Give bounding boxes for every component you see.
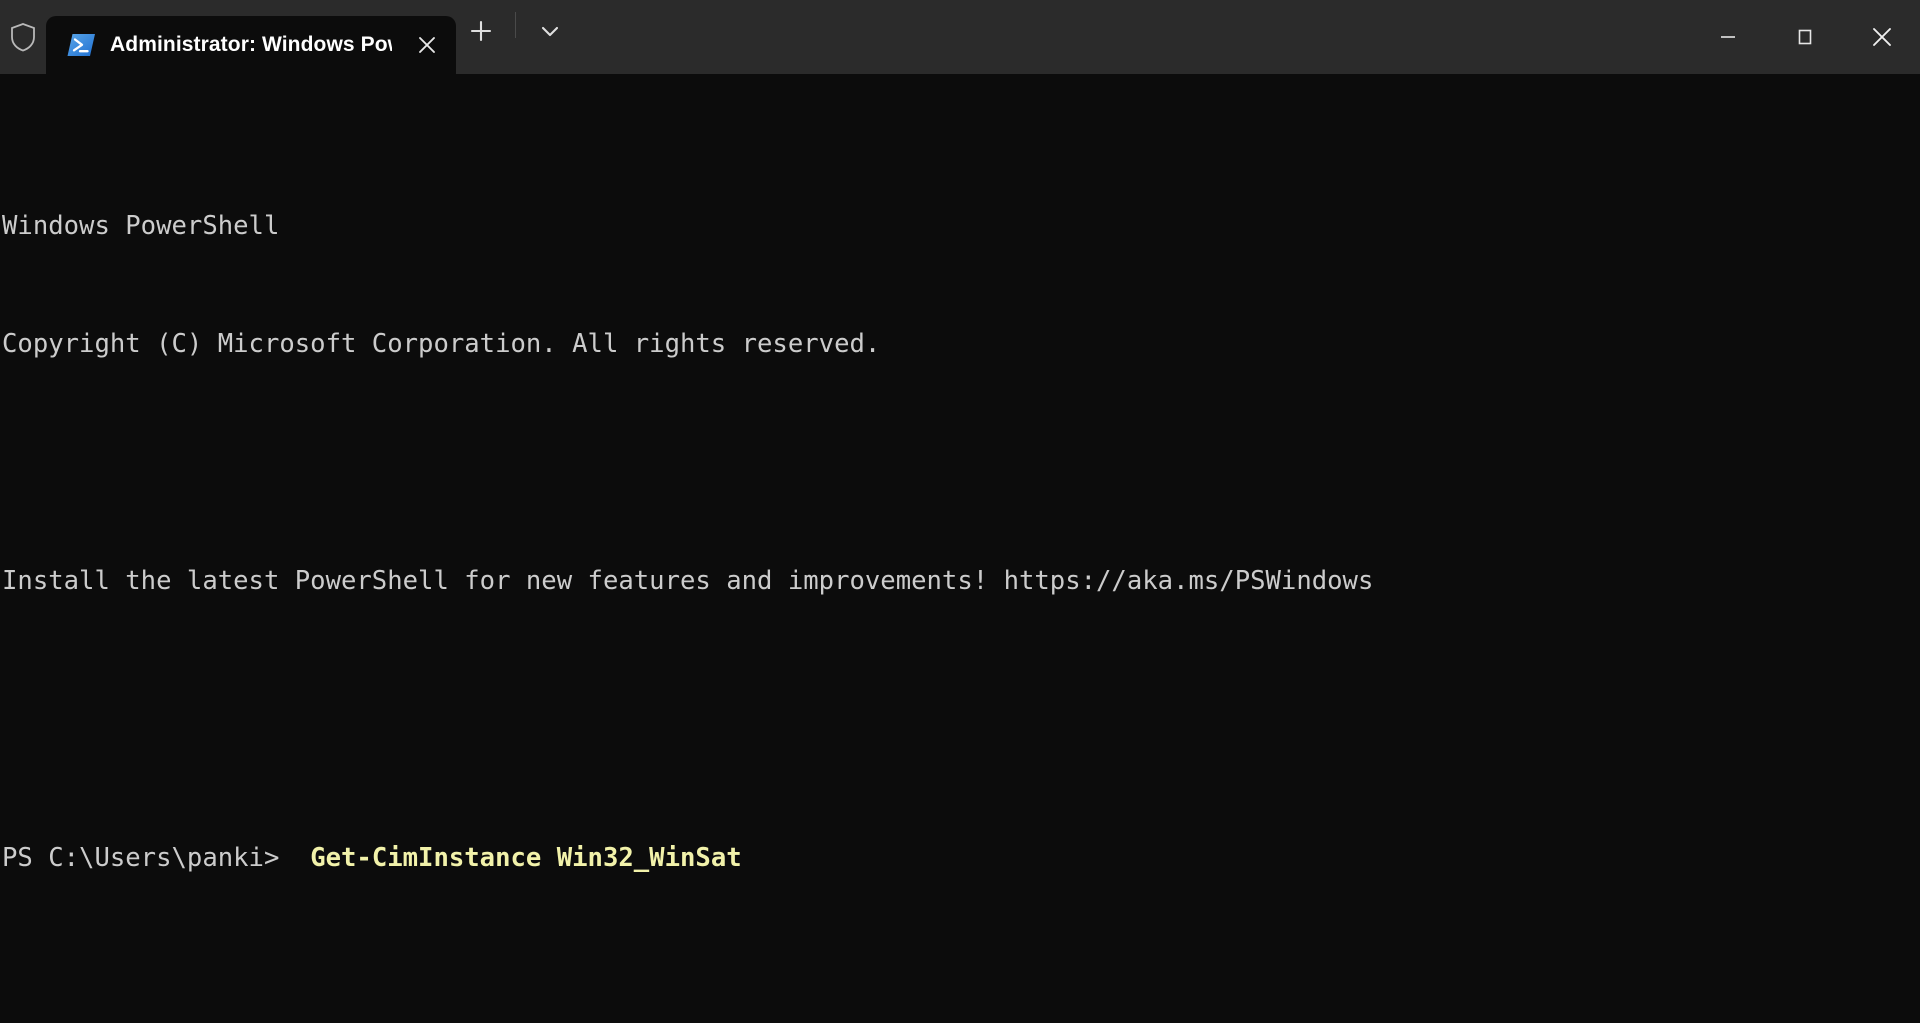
tabbar-actions bbox=[456, 0, 575, 74]
terminal-blank-line bbox=[2, 997, 1920, 1023]
entered-command: Get-CimInstance Win32_WinSat bbox=[295, 843, 742, 873]
prompt-line: PS C:\Users\panki> Get-CimInstance Win32… bbox=[2, 839, 1920, 879]
terminal-buffer: Windows PowerShell Copyright (C) Microso… bbox=[2, 88, 1920, 1023]
titlebar: Administrator: Windows Powe bbox=[0, 0, 1920, 74]
terminal-line: Install the latest PowerShell for new fe… bbox=[2, 562, 1920, 602]
terminal-viewport[interactable]: Windows PowerShell Copyright (C) Microso… bbox=[0, 74, 1920, 1023]
tab-title: Administrator: Windows Powe bbox=[110, 32, 392, 57]
new-tab-button[interactable] bbox=[456, 8, 506, 54]
minimize-button[interactable] bbox=[1689, 0, 1766, 74]
terminal-line: Windows PowerShell bbox=[2, 207, 1920, 247]
prompt-path: PS C:\Users\panki> bbox=[2, 843, 295, 873]
close-window-button[interactable] bbox=[1843, 0, 1920, 74]
window-controls bbox=[1689, 0, 1920, 74]
admin-shield-slot bbox=[0, 0, 46, 74]
terminal-blank-line bbox=[2, 681, 1920, 721]
tab-administrator-windows-powershell[interactable]: Administrator: Windows Powe bbox=[46, 16, 456, 74]
maximize-button[interactable] bbox=[1766, 0, 1843, 74]
tab-close-icon[interactable] bbox=[406, 24, 448, 66]
shield-icon bbox=[9, 22, 37, 52]
powershell-icon bbox=[66, 30, 96, 60]
terminal-blank-line bbox=[2, 444, 1920, 484]
tabstrip: Administrator: Windows Powe bbox=[46, 0, 456, 74]
titlebar-drag-region bbox=[575, 0, 1689, 74]
terminal-line: Copyright (C) Microsoft Corporation. All… bbox=[2, 325, 1920, 365]
tabbar-separator bbox=[515, 12, 516, 38]
chevron-down-icon[interactable] bbox=[525, 8, 575, 54]
